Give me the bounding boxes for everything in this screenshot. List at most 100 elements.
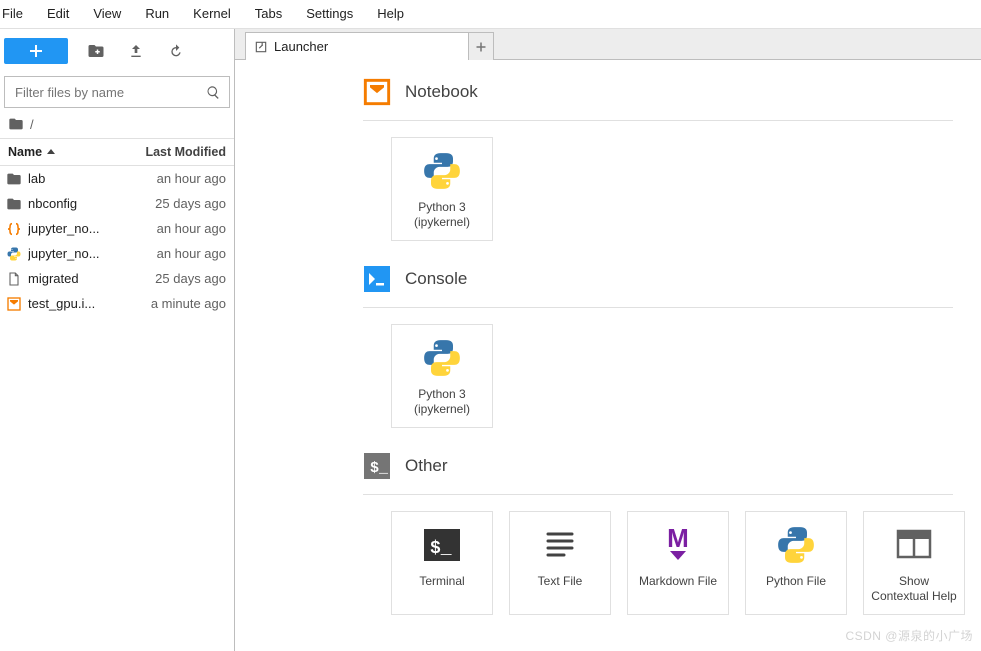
python-icon	[6, 246, 22, 262]
file-browser-toolbar	[0, 29, 234, 72]
file-name: jupyter_no...	[28, 221, 151, 236]
json-icon	[6, 221, 22, 237]
svg-text:M: M	[667, 523, 689, 553]
console-section	[363, 265, 391, 293]
file-name: migrated	[28, 271, 149, 286]
file-time: an hour ago	[157, 221, 226, 236]
python-logo-icon	[773, 522, 819, 568]
section-title: Other	[405, 456, 448, 476]
menu-tabs[interactable]: Tabs	[243, 0, 294, 28]
menu-file[interactable]: File	[0, 0, 35, 28]
card-row: Python 3(ipykernel)	[391, 324, 981, 428]
file-row[interactable]: test_gpu.i... a minute ago	[0, 291, 234, 316]
card-label: Python File	[762, 574, 830, 589]
notebook-section	[363, 78, 391, 106]
file-name: jupyter_no...	[28, 246, 151, 261]
card-label: Python 3(ipykernel)	[410, 387, 474, 417]
menu-run[interactable]: Run	[133, 0, 181, 28]
card-label: ShowContextual Help	[867, 574, 960, 604]
launcher-card[interactable]: Python 3(ipykernel)	[391, 324, 493, 428]
new-folder-button[interactable]	[76, 38, 116, 64]
file-browser: / Name Last Modified laban hour agonbcon…	[0, 29, 235, 651]
file-icon	[6, 271, 22, 287]
tab-launcher[interactable]: Launcher	[245, 32, 469, 60]
file-time: 25 days ago	[155, 271, 226, 286]
folder-icon	[6, 171, 22, 187]
svg-text:$_: $_	[370, 460, 389, 477]
file-name: nbconfig	[28, 196, 149, 211]
plus-icon	[475, 41, 487, 53]
file-row[interactable]: laban hour ago	[0, 166, 234, 191]
file-row[interactable]: nbconfig 25 days ago	[0, 191, 234, 216]
terminal-icon: $_	[419, 522, 465, 568]
breadcrumb-root[interactable]: /	[30, 117, 34, 132]
menu-bar: File Edit View Run Kernel Tabs Settings …	[0, 0, 981, 29]
file-row[interactable]: jupyter_no... an hour ago	[0, 241, 234, 266]
section-header: $_ Other	[363, 452, 953, 494]
launcher-section: $_ Other $_ Terminal Text File M Markdown File…	[235, 452, 981, 615]
menu-kernel[interactable]: Kernel	[181, 0, 243, 28]
new-launcher-button[interactable]	[4, 38, 68, 64]
breadcrumb[interactable]: /	[0, 110, 234, 138]
new-folder-icon	[87, 42, 105, 60]
file-row[interactable]: jupyter_no... an hour ago	[0, 216, 234, 241]
card-label: Terminal	[415, 574, 468, 589]
launcher-card[interactable]: $_ Terminal	[391, 511, 493, 615]
file-time: 25 days ago	[155, 196, 226, 211]
section-divider	[363, 494, 953, 495]
tab-add-button[interactable]	[468, 32, 494, 60]
section-title: Console	[405, 269, 467, 289]
main-area: Launcher NotebookPython 3(ipykernel)Cons…	[235, 29, 981, 651]
launcher-card[interactable]: Text File	[509, 511, 611, 615]
card-label: Markdown File	[635, 574, 721, 589]
svg-text:$_: $_	[430, 539, 452, 559]
python-logo-icon	[419, 148, 465, 194]
tab-label: Launcher	[274, 39, 328, 54]
launcher-card[interactable]: ShowContextual Help	[863, 511, 965, 615]
tab-bar: Launcher	[235, 29, 981, 60]
sort-asc-icon	[46, 147, 56, 157]
search-icon	[206, 85, 221, 100]
plus-icon	[28, 43, 44, 59]
menu-edit[interactable]: Edit	[35, 0, 81, 28]
card-row: $_ Terminal Text File M Markdown File Python …	[391, 511, 981, 615]
file-list-header: Name Last Modified	[0, 138, 234, 166]
textfile-icon	[537, 522, 583, 568]
upload-icon	[128, 43, 144, 59]
launcher-section: Console Python 3(ipykernel)	[235, 265, 981, 428]
section-title: Notebook	[405, 82, 478, 102]
markdown-icon: M	[655, 522, 701, 568]
card-label: Python 3(ipykernel)	[410, 200, 474, 230]
filter-box[interactable]	[4, 76, 230, 108]
launcher-section: Notebook Python 3(ipykernel)	[235, 78, 981, 241]
launcher-card[interactable]: M Markdown File	[627, 511, 729, 615]
file-name: test_gpu.i...	[28, 296, 145, 311]
header-name-label: Name	[8, 145, 42, 159]
notebook-icon	[6, 296, 22, 312]
folder-icon	[8, 116, 24, 132]
section-header: Console	[363, 265, 953, 307]
refresh-button[interactable]	[156, 38, 196, 64]
upload-button[interactable]	[116, 38, 156, 64]
card-row: Python 3(ipykernel)	[391, 137, 981, 241]
menu-view[interactable]: View	[81, 0, 133, 28]
file-time: an hour ago	[157, 246, 226, 261]
other-section: $_	[363, 452, 391, 480]
file-time: a minute ago	[151, 296, 226, 311]
menu-help[interactable]: Help	[365, 0, 416, 28]
section-divider	[363, 120, 953, 121]
file-row[interactable]: migrated 25 days ago	[0, 266, 234, 291]
file-time: an hour ago	[157, 171, 226, 186]
refresh-icon	[168, 43, 184, 59]
section-divider	[363, 307, 953, 308]
menu-settings[interactable]: Settings	[294, 0, 365, 28]
launcher-card[interactable]: Python 3(ipykernel)	[391, 137, 493, 241]
card-label: Text File	[534, 574, 587, 589]
launcher-tab-icon	[254, 40, 268, 54]
folder-icon	[6, 196, 22, 212]
filter-input[interactable]	[13, 78, 198, 106]
header-name[interactable]: Name	[0, 145, 145, 159]
launcher-card[interactable]: Python File	[745, 511, 847, 615]
launcher-panel: Notebook Python 3(ipykernel) Console Python…	[235, 60, 981, 651]
header-modified[interactable]: Last Modified	[145, 145, 234, 159]
